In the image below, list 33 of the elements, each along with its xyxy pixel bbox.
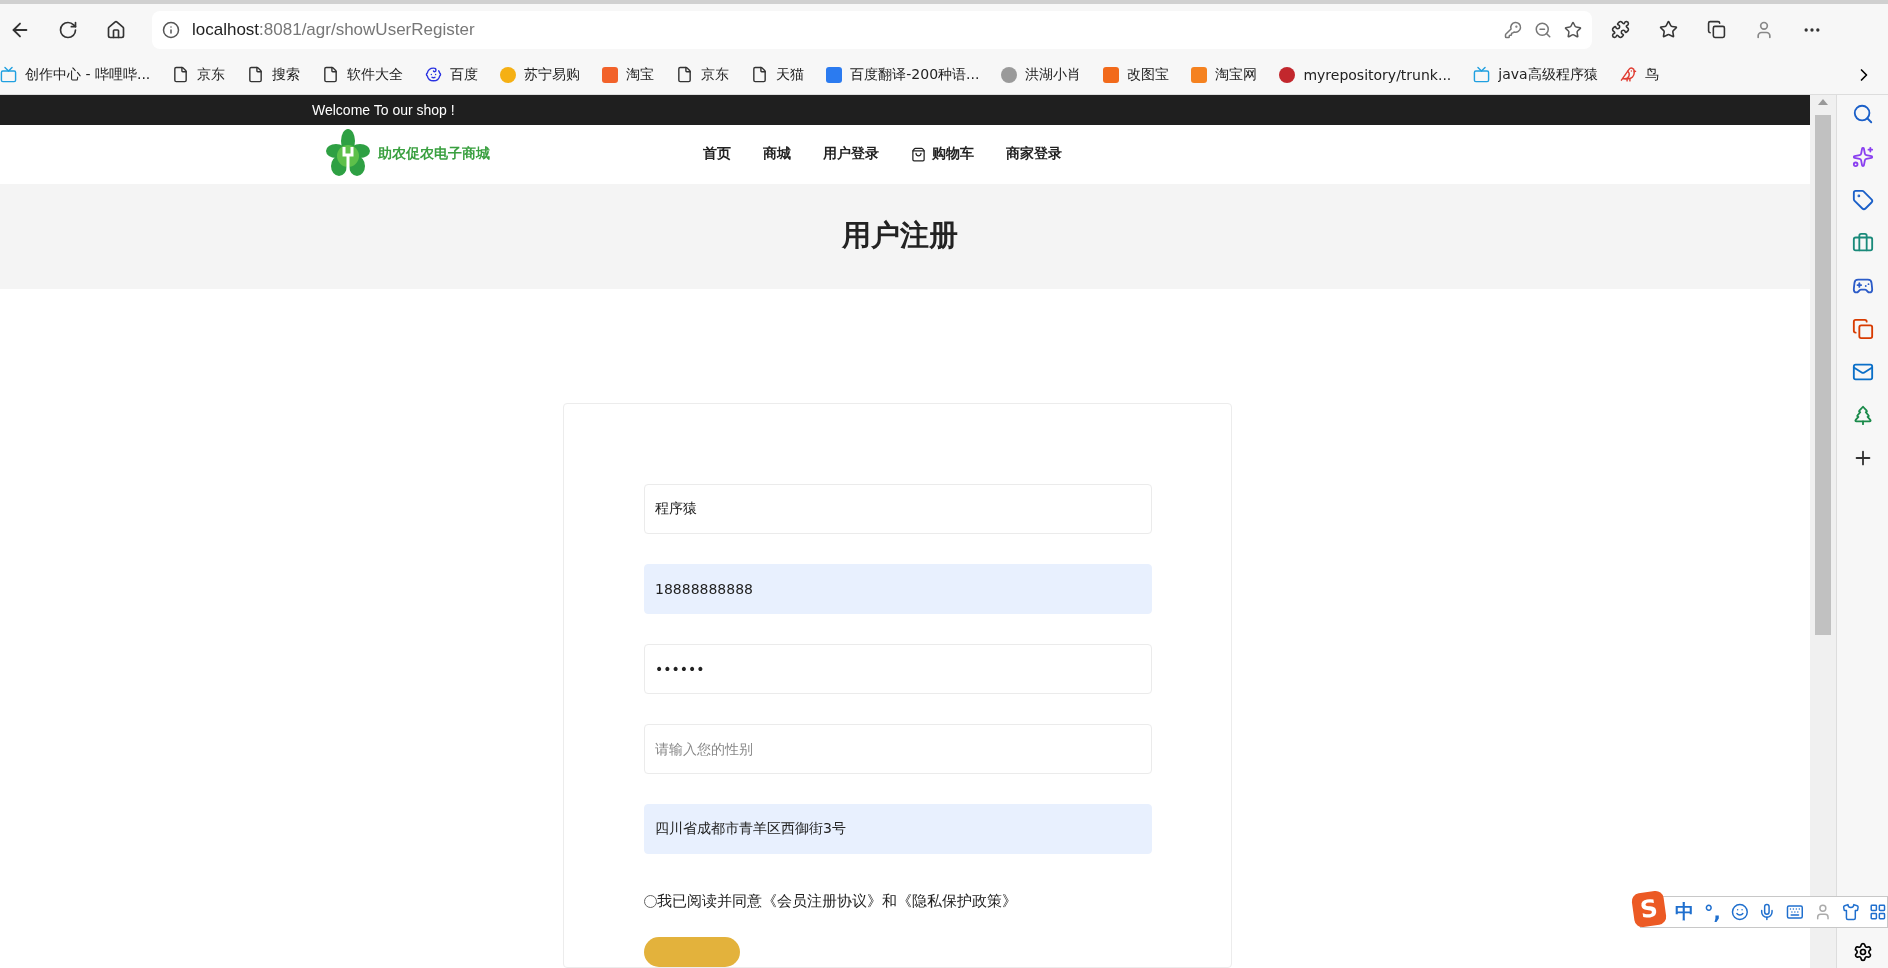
input-field[interactable]: 四川省成都市青羊区西御街3号 <box>644 804 1152 854</box>
input-field[interactable]: 程序猿 <box>644 484 1152 534</box>
bookmark[interactable]: 京东 <box>676 65 730 84</box>
bookmark[interactable]: 淘宝 <box>602 65 655 84</box>
bookmark[interactable]: 改图宝 <box>1103 65 1170 84</box>
input-field[interactable]: 18888888888 <box>644 564 1152 614</box>
bookmark[interactable]: 淘宝网 <box>1191 65 1258 84</box>
nav-link[interactable]: 商城 <box>763 145 791 164</box>
bookmark[interactable]: 洪湖小肖 <box>1001 65 1082 84</box>
nav-link[interactable]: 首页 <box>703 145 731 164</box>
address-bar[interactable]: localhost:8081/agr/showUserRegister <box>152 10 1592 49</box>
bookmark[interactable]: 百度 <box>425 65 479 84</box>
input-field[interactable]: 请输入您的性别 <box>644 724 1152 774</box>
agreement-text: 我已阅读并同意《会员注册协议》和《隐私保护政策》 <box>657 892 1017 911</box>
bookmark[interactable]: java高级程序猿 <box>1473 65 1598 84</box>
bookmark[interactable]: myrepository/trunk... <box>1279 66 1452 83</box>
ime-punctuation[interactable]: °, <box>1703 901 1721 923</box>
logo-text: 助农促农电子商城 <box>378 145 490 164</box>
bookmark[interactable]: 天猫 <box>751 65 805 84</box>
bookmark[interactable]: 软件大全 <box>322 65 404 84</box>
page-title: 用户注册 <box>842 217 958 255</box>
bookmark[interactable]: 创作中心 - 哔哩哔... <box>0 65 151 84</box>
ime-mode[interactable]: 中 <box>1674 899 1694 925</box>
input-field[interactable]: •••••• <box>644 644 1152 694</box>
bookmark[interactable]: 搜索 <box>247 65 301 84</box>
nav-link[interactable]: 商家登录 <box>1006 145 1062 164</box>
nav-link[interactable]: 购物车 <box>911 145 974 164</box>
bookmark[interactable]: 鸟 <box>1619 65 1659 84</box>
bookmark[interactable]: 苏宁易购 <box>500 65 581 84</box>
nav-link[interactable]: 用户登录 <box>823 145 879 164</box>
bookmark[interactable]: 百度翻译-200种语... <box>826 65 980 84</box>
welcome-text: Welcome To our shop ! <box>312 101 455 118</box>
bookmark[interactable]: 京东 <box>172 65 226 84</box>
